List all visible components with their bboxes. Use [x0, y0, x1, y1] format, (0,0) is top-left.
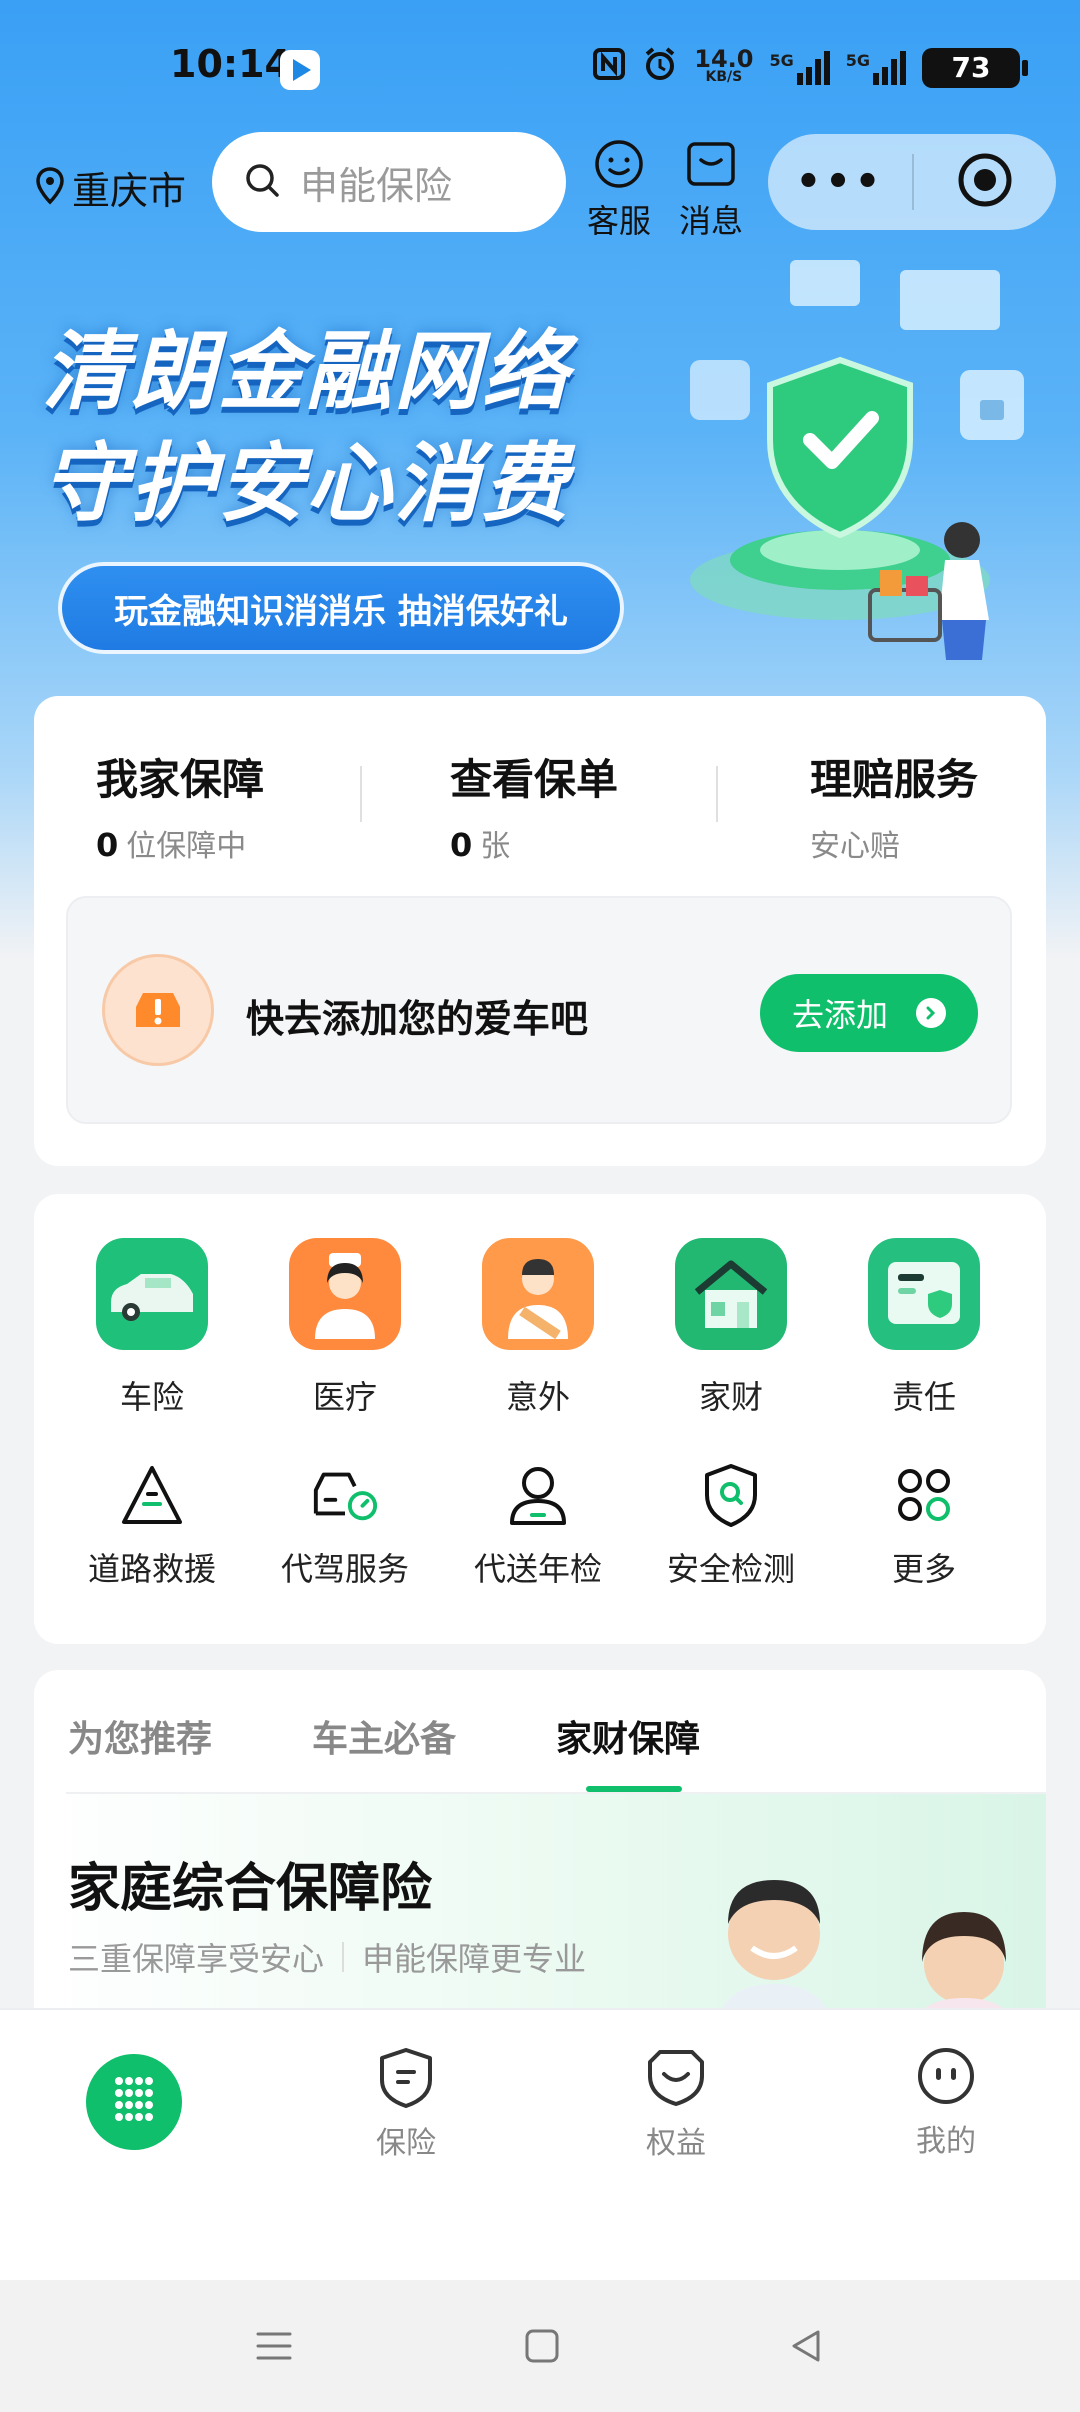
tab-recommended[interactable]: 为您推荐	[68, 1710, 212, 1762]
service-road-rescue[interactable]: 道路救援	[67, 1460, 237, 1590]
shield-icon	[376, 2048, 436, 2112]
service-more[interactable]: 更多	[839, 1460, 1009, 1590]
promo-subtitle: 三重保障享受安心 申能保障更专业	[68, 1940, 587, 1978]
shield-illustration	[670, 250, 1060, 690]
add-car-prompt: 快去添加您的爱车吧	[246, 997, 589, 1041]
divider	[716, 766, 718, 822]
nav-insurance[interactable]: 保险	[336, 2046, 476, 2162]
driver-car-icon	[310, 1460, 380, 1530]
tab-car-owner[interactable]: 车主必备	[312, 1710, 456, 1762]
search-bar[interactable]: 申能保险	[212, 132, 566, 232]
search-placeholder: 申能保险	[300, 163, 453, 208]
recent-apps-button[interactable]	[254, 2326, 294, 2370]
back-button[interactable]	[786, 2326, 826, 2370]
nfc-icon	[592, 47, 626, 88]
house-icon	[675, 1238, 787, 1350]
message-icon	[683, 142, 739, 194]
my-family-coverage[interactable]: 我家保障 0 位保障中	[96, 746, 264, 865]
close-miniapp-button[interactable]	[914, 152, 1056, 212]
status-bar: 10:14 14.0 KB/S 5G 5G 73	[0, 0, 1080, 130]
app-notification-icon	[280, 50, 320, 90]
promo-banner[interactable]: 家庭综合保障险 三重保障享受安心 申能保障更专业	[34, 1794, 1046, 2030]
service-designated-driver[interactable]: 代驾服务	[260, 1460, 430, 1590]
nurse-icon	[289, 1238, 401, 1350]
summary-card: 我家保障 0 位保障中 查看保单 0张 理赔服务 安心赔 快去添加您的爱车吧 去添…	[34, 696, 1046, 1166]
signal-5g-1-icon: 5G	[769, 50, 830, 85]
grid-dots-icon	[889, 1460, 959, 1530]
car-icon	[96, 1238, 208, 1350]
add-car-panel: 快去添加您的爱车吧 去添加	[66, 896, 1012, 1124]
network-speed: 14.0 KB/S	[694, 44, 754, 85]
category-liability[interactable]: 责任	[844, 1238, 1004, 1418]
category-medical[interactable]: 医疗	[265, 1238, 425, 1418]
gift-smile-icon	[644, 2050, 708, 2112]
car-warning-icon	[102, 954, 214, 1066]
service-safety-check[interactable]: 安全检测	[646, 1460, 816, 1590]
square-icon	[522, 2329, 562, 2370]
smile-chat-icon	[591, 140, 647, 194]
system-navigation-bar	[0, 2280, 1080, 2412]
message-label: 消息	[678, 202, 743, 240]
home-grid-icon	[107, 2073, 161, 2131]
service-annual-inspection[interactable]: 代送年检	[453, 1460, 623, 1590]
warning-triangle-icon	[117, 1460, 187, 1530]
location-selector[interactable]: 重庆市	[34, 160, 186, 215]
location-pin-icon	[34, 166, 66, 210]
alarm-icon	[642, 46, 678, 89]
document-shield-icon	[868, 1238, 980, 1350]
nav-benefits[interactable]: 权益	[606, 2046, 746, 2162]
divider	[360, 766, 362, 822]
recommend-card: 为您推荐 车主必备 家财保障 家庭综合保障险 三重保障享受安心 申能保障更专业	[34, 1670, 1046, 2030]
search-icon	[242, 160, 282, 204]
banner-cta[interactable]: 玩金融知识消消乐 抽消保好礼	[58, 562, 624, 654]
system-icons: 14.0 KB/S 5G 5G 73	[592, 44, 1028, 89]
bottom-navigation: 保险 权益 我的	[0, 2008, 1080, 2282]
category-card: 车险 医疗 意外 家财 责任 道路救援 代驾服务 代送年检 安全检测 更多	[34, 1194, 1046, 1644]
message-button[interactable]: 消息	[666, 138, 756, 242]
bandage-person-icon	[482, 1238, 594, 1350]
nav-home[interactable]	[86, 2054, 182, 2150]
divider	[342, 1942, 345, 1972]
signal-5g-2-icon: 5G	[846, 50, 906, 85]
target-icon	[957, 152, 1013, 212]
nav-mine[interactable]: 我的	[876, 2046, 1016, 2160]
category-accident[interactable]: 意外	[458, 1238, 618, 1418]
category-home-property[interactable]: 家财	[651, 1238, 811, 1418]
face-icon	[916, 2048, 976, 2110]
more-menu-button[interactable]: •••	[768, 159, 912, 205]
person-icon	[503, 1460, 573, 1530]
category-car-insurance[interactable]: 车险	[72, 1238, 232, 1418]
menu-icon	[254, 2332, 294, 2370]
tab-home-property[interactable]: 家财保障	[556, 1710, 700, 1762]
chevron-right-icon	[916, 998, 946, 1028]
battery-icon: 73	[922, 47, 1028, 88]
customer-service-button[interactable]: 客服	[574, 138, 664, 242]
promo-title: 家庭综合保障险	[68, 1859, 433, 1919]
status-time: 10:14	[170, 42, 291, 86]
banner-title[interactable]: 清朗金融网络 守护安心消费	[42, 316, 570, 540]
add-car-button[interactable]: 去添加	[760, 974, 978, 1052]
customer-service-label: 客服	[586, 202, 651, 240]
family-photo	[674, 1864, 1046, 2030]
miniapp-capsule: •••	[768, 134, 1056, 230]
home-system-button[interactable]	[522, 2326, 562, 2370]
active-tab-indicator	[586, 1786, 682, 1792]
shield-search-icon	[696, 1460, 766, 1530]
claims-service[interactable]: 理赔服务 安心赔	[810, 746, 978, 865]
location-label: 重庆市	[72, 169, 187, 213]
back-triangle-icon	[786, 2330, 826, 2370]
view-policies[interactable]: 查看保单 0张	[450, 746, 618, 865]
